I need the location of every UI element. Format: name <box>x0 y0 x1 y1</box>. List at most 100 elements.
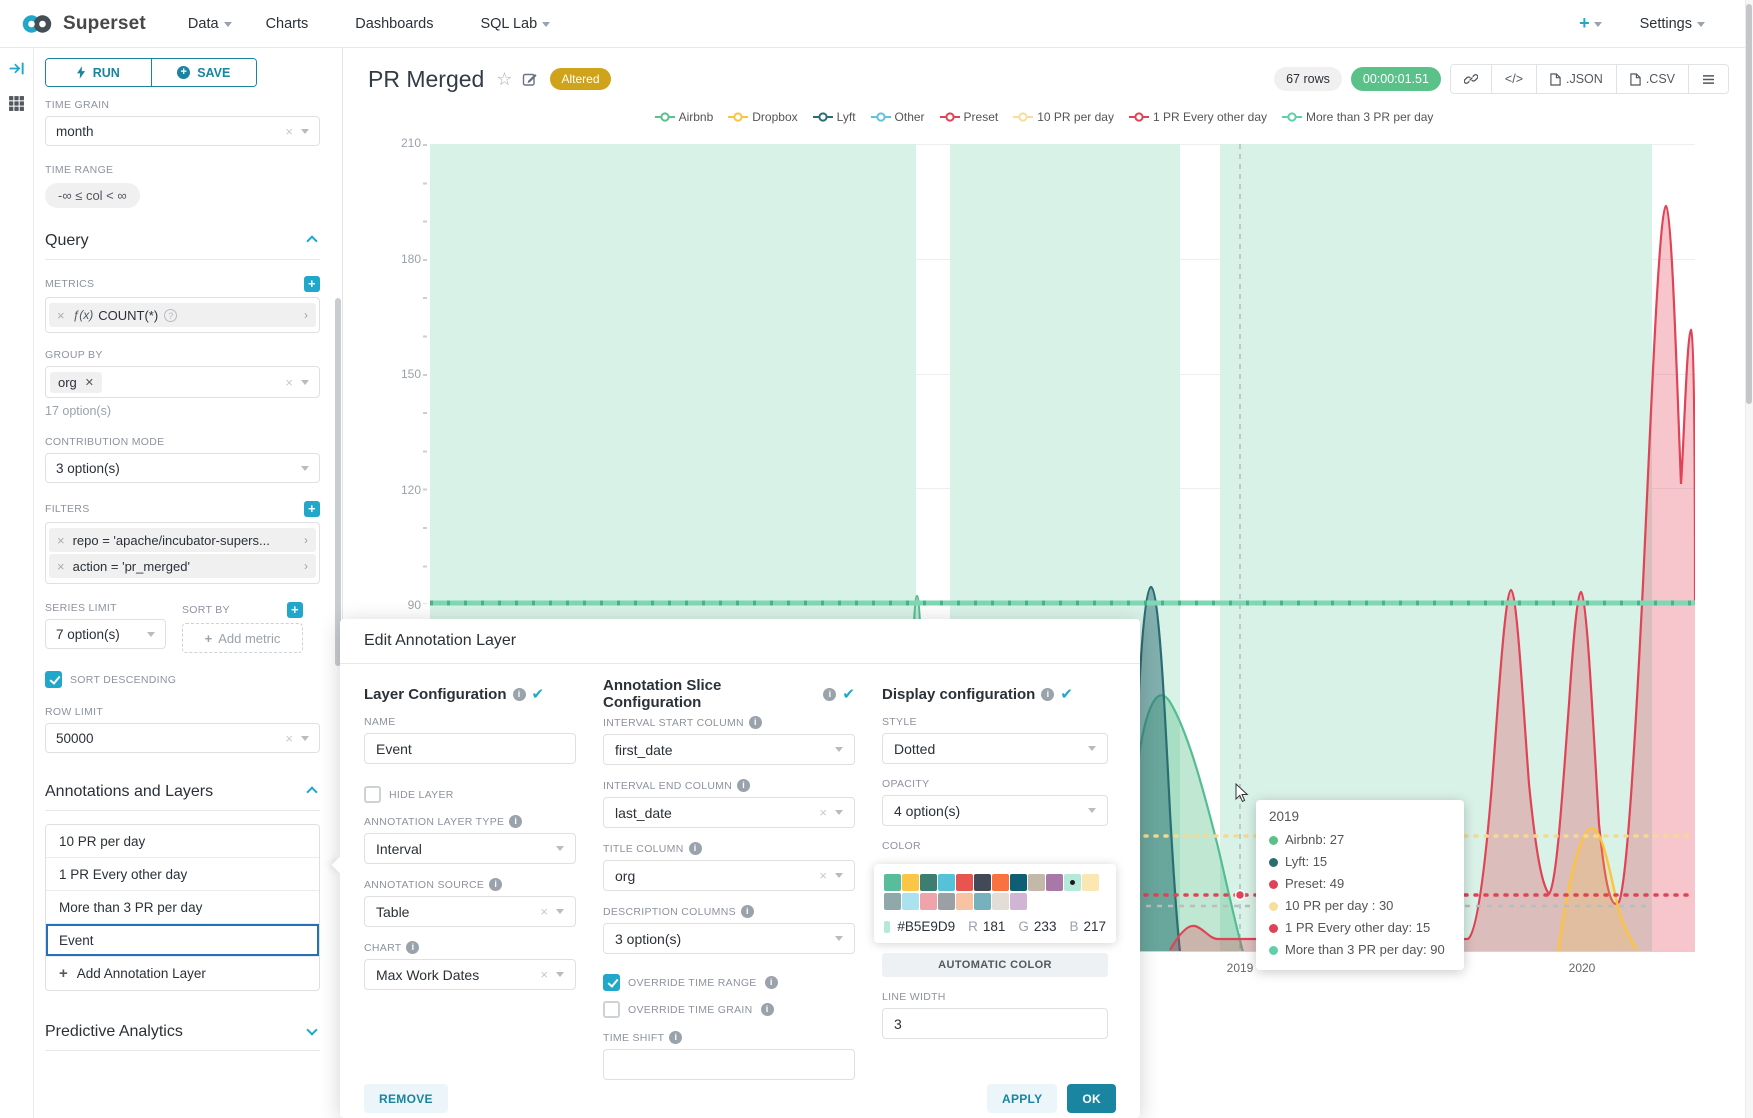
filter-token[interactable]: × action = 'pr_merged' › <box>49 554 316 578</box>
annotation-layer-item[interactable]: More than 3 PR per day <box>46 891 319 924</box>
checkbox-unchecked-icon[interactable] <box>603 1001 620 1018</box>
info-icon[interactable]: i <box>406 941 419 954</box>
save-button[interactable]: + SAVE <box>151 59 257 86</box>
style-select[interactable]: Dotted <box>882 733 1108 764</box>
color-swatch[interactable] <box>956 893 973 910</box>
clear-icon[interactable]: × <box>819 805 827 820</box>
sort-descending-checkbox-row[interactable]: SORT DESCENDING <box>45 671 320 688</box>
color-swatch[interactable] <box>884 874 901 891</box>
color-swatch[interactable] <box>974 874 991 891</box>
remove-icon[interactable]: × <box>57 308 65 323</box>
annotation-source-select[interactable]: Table × <box>364 896 576 927</box>
color-swatch[interactable] <box>974 893 991 910</box>
nav-menu-item[interactable]: SQL Lab <box>480 16 550 32</box>
annotation-layer-item[interactable]: 10 PR per day <box>46 825 319 858</box>
remove-button[interactable]: REMOVE <box>364 1084 448 1113</box>
sidebar-scrollbar[interactable] <box>335 298 341 666</box>
color-swatch[interactable] <box>992 893 1009 910</box>
chevron-right-icon[interactable]: › <box>304 533 308 547</box>
nav-menu-item[interactable]: Dashboards <box>355 16 446 32</box>
question-icon[interactable]: ? <box>164 309 177 322</box>
info-icon[interactable]: i <box>489 878 502 891</box>
title-column-select[interactable]: org × <box>603 860 855 891</box>
export-json-button[interactable]: .JSON <box>1536 65 1616 93</box>
color-swatch[interactable] <box>884 893 901 910</box>
info-icon[interactable]: i <box>761 1003 774 1016</box>
copy-link-button[interactable] <box>1451 65 1491 93</box>
info-icon[interactable]: i <box>823 688 836 701</box>
remove-icon[interactable]: × <box>57 533 65 548</box>
legend-item[interactable]: Airbnb <box>655 110 714 124</box>
window-scrollbar[interactable] <box>1745 0 1753 1118</box>
color-swatch[interactable] <box>920 893 937 910</box>
clear-icon[interactable]: × <box>540 967 548 982</box>
opacity-select[interactable]: 4 option(s) <box>882 795 1108 826</box>
chevron-right-icon[interactable]: › <box>304 559 308 573</box>
clear-icon[interactable]: × <box>285 731 293 746</box>
legend-item[interactable]: 10 PR per day <box>1013 110 1114 124</box>
run-button[interactable]: RUN <box>46 59 151 86</box>
sort-by-add-metric[interactable]: + Add metric <box>182 623 303 653</box>
annotation-layer-item[interactable]: Event <box>46 924 319 957</box>
legend-item[interactable]: Preset <box>940 110 999 124</box>
info-icon[interactable]: i <box>509 815 522 828</box>
series-limit-select[interactable]: 7 option(s) <box>45 619 166 649</box>
color-swatch[interactable] <box>920 874 937 891</box>
color-swatch[interactable] <box>1046 874 1063 891</box>
remove-icon[interactable]: × <box>57 559 65 574</box>
superset-logo[interactable]: Superset <box>18 13 146 35</box>
metric-token[interactable]: × ƒ(x) COUNT(*) ? › <box>49 303 316 327</box>
checkbox-checked-icon[interactable] <box>45 671 62 688</box>
info-icon[interactable]: i <box>669 1031 682 1044</box>
interval-end-select[interactable]: last_date × <box>603 797 855 828</box>
color-swatch[interactable] <box>938 893 955 910</box>
favorite-star-icon[interactable]: ☆ <box>496 69 512 90</box>
color-swatch[interactable] <box>938 874 955 891</box>
line-width-input[interactable]: 3 <box>882 1008 1108 1039</box>
remove-tag-icon[interactable]: ✕ <box>85 376 94 389</box>
info-icon[interactable]: i <box>1041 688 1054 701</box>
collapse-panel-icon[interactable] <box>8 60 25 77</box>
clear-icon[interactable]: × <box>285 375 293 390</box>
more-options-button[interactable] <box>1688 65 1728 93</box>
annotation-layer-item[interactable]: 1 PR Every other day <box>46 858 319 891</box>
name-input[interactable]: Event <box>364 733 576 764</box>
color-swatch[interactable] <box>1028 874 1045 891</box>
export-csv-button[interactable]: .CSV <box>1616 65 1688 93</box>
ok-button[interactable]: OK <box>1067 1084 1116 1113</box>
time-shift-input[interactable] <box>603 1049 855 1080</box>
interval-start-select[interactable]: first_date <box>603 734 855 765</box>
clear-icon[interactable]: × <box>819 868 827 883</box>
info-icon[interactable]: i <box>749 716 762 729</box>
chevron-up-icon[interactable] <box>306 235 317 246</box>
info-icon[interactable]: i <box>741 905 754 918</box>
edit-properties-icon[interactable] <box>522 71 538 87</box>
info-icon[interactable]: i <box>513 688 526 701</box>
scrollbar-thumb[interactable] <box>1746 4 1752 404</box>
color-swatch[interactable] <box>956 874 973 891</box>
legend-item[interactable]: Other <box>871 110 925 124</box>
add-filter-button[interactable]: + <box>304 501 320 517</box>
chevron-up-icon[interactable] <box>306 786 317 797</box>
color-swatch[interactable] <box>1082 874 1099 891</box>
chevron-right-icon[interactable]: › <box>304 308 308 322</box>
contribution-mode-select[interactable]: 3 option(s) <box>45 453 320 483</box>
legend-item[interactable]: 1 PR Every other day <box>1129 110 1267 124</box>
info-icon[interactable]: i <box>689 842 702 855</box>
color-swatch[interactable] <box>902 893 919 910</box>
override-time-range-row[interactable]: OVERRIDE TIME RANGE i <box>603 974 855 991</box>
settings-menu[interactable]: Settings <box>1640 16 1705 32</box>
description-columns-select[interactable]: 3 option(s) <box>603 923 855 954</box>
add-annotation-layer-button[interactable]: + Add Annotation Layer <box>46 957 319 990</box>
time-grain-select[interactable]: month × <box>45 116 320 146</box>
color-swatch[interactable] <box>1010 893 1027 910</box>
info-icon[interactable]: i <box>737 779 750 792</box>
row-limit-select[interactable]: 50000 × <box>45 723 320 753</box>
checkbox-unchecked-icon[interactable] <box>364 786 381 803</box>
time-range-pill[interactable]: -∞ ≤ col < ∞ <box>45 183 140 208</box>
override-time-grain-row[interactable]: OVERRIDE TIME GRAIN i <box>603 1001 855 1018</box>
datasource-grid-icon[interactable] <box>8 95 25 112</box>
clear-icon[interactable]: × <box>285 124 293 139</box>
add-new-button[interactable]: + <box>1579 13 1602 34</box>
group-by-select[interactable]: org ✕ × <box>45 366 320 398</box>
